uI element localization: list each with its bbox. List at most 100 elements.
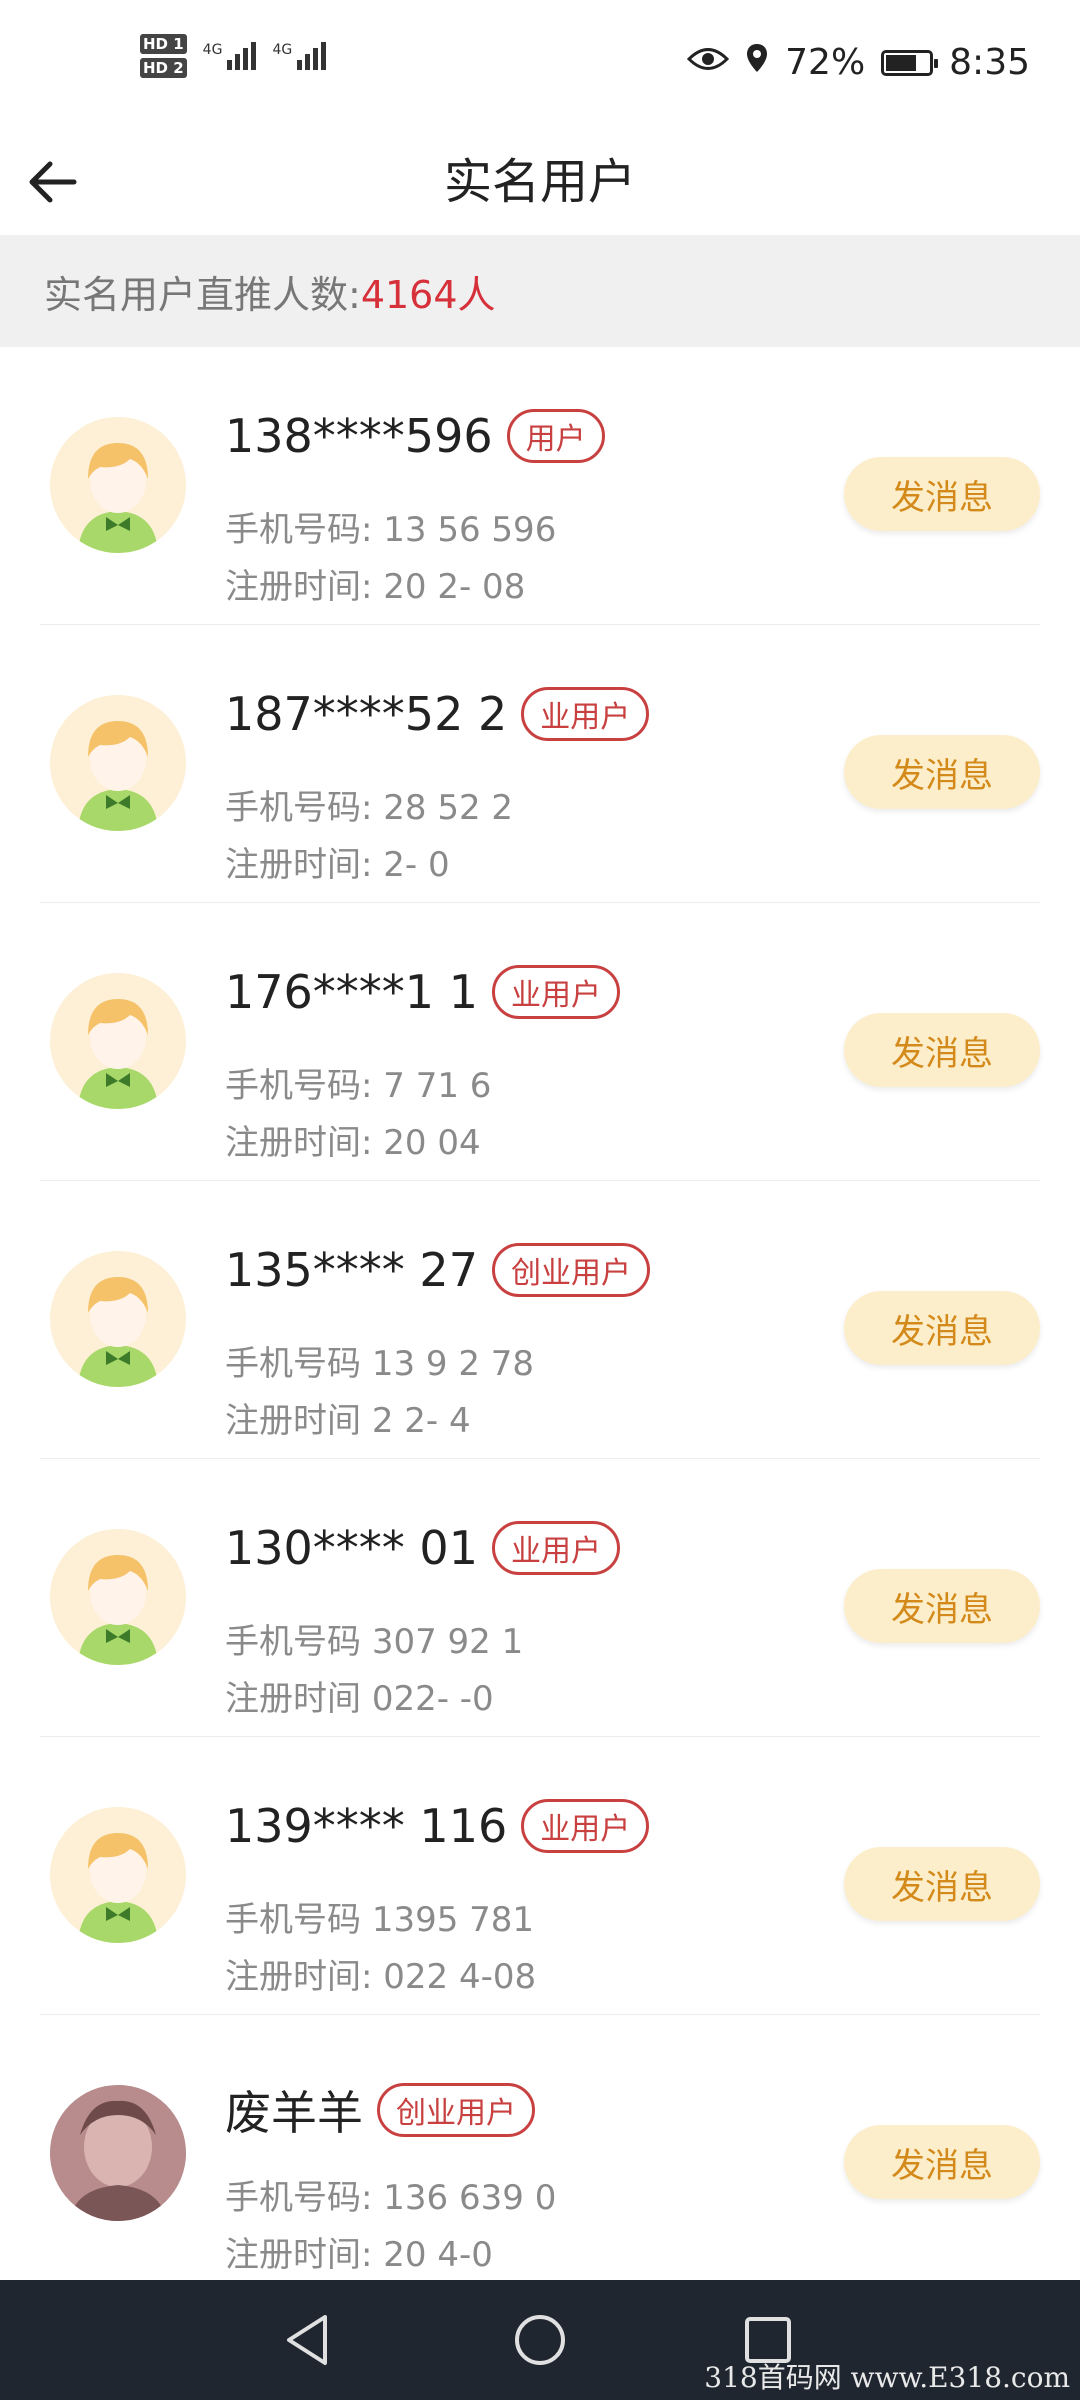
list-item[interactable]: 139**** 116 业用户 手机号码 1395 781 注册时间: 022 … (40, 1737, 1040, 2015)
register-label: 注册时间 (225, 1401, 361, 1441)
avatar (50, 2085, 186, 2221)
register-label: 注册时间: (225, 2235, 373, 2275)
send-message-button[interactable]: 发消息 (844, 735, 1040, 809)
list-item[interactable]: 废羊羊 创业用户 手机号码: 136 639 0 注册时间: 20 4-0 发消… (40, 2015, 1040, 2292)
user-name: 187****52 2 业用户 (225, 687, 650, 741)
battery-fill (886, 54, 917, 71)
phone-label: 手机号码 (225, 1900, 361, 1940)
default-avatar-icon (50, 973, 186, 1109)
register-value: 022 4-08 (383, 1957, 537, 1997)
phone-label: 手机号码 (225, 1622, 361, 1662)
avatar (50, 695, 186, 831)
phone-line: 手机号码: 28 52 2 (225, 780, 513, 829)
signal-2-icon: 4G (272, 42, 327, 70)
circle-home-icon (515, 2315, 565, 2365)
default-avatar-icon (50, 1529, 186, 1665)
register-line: 注册时间: 022 4-08 (225, 1949, 536, 1998)
user-name-text: 176****1 1 (225, 965, 478, 1019)
list-item[interactable]: 138****596 用户 手机号码: 13 56 596 注册时间: 20 2… (40, 347, 1040, 625)
register-line: 注册时间: 20 2- 08 (225, 559, 525, 608)
back-button[interactable] (20, 150, 84, 214)
user-type-badge: 业用户 (521, 1799, 650, 1853)
default-avatar-icon (50, 1251, 186, 1387)
summary-label: 实名用户直推人数: (44, 272, 361, 317)
register-label: 注册时间: (225, 1957, 373, 1997)
phone-value: 1395 781 (371, 1900, 535, 1940)
list-item[interactable]: 176****1 1 业用户 手机号码: 7 71 6 注册时间: 20 04 … (40, 903, 1040, 1181)
register-line: 注册时间 2 2- 4 (225, 1393, 471, 1442)
watermark-text: 318首码网 www.E318.com (704, 2361, 1070, 2394)
phone-line: 手机号码: 7 71 6 (225, 1058, 491, 1107)
register-value: 2- 0 (383, 845, 450, 885)
user-name-text: 187****52 2 (225, 687, 508, 741)
user-name-text: 138****596 (225, 409, 493, 463)
send-message-button[interactable]: 发消息 (844, 2125, 1040, 2199)
status-left: HD 1 HD 2 4G 4G (140, 34, 327, 78)
register-value: 20 2- 08 (383, 567, 526, 607)
summary-bar: 实名用户直推人数: 4164人 (0, 235, 1080, 347)
user-name: 135**** 27 创业用户 (225, 1243, 650, 1297)
battery-icon (881, 49, 939, 76)
nav-home-button[interactable] (500, 2300, 580, 2380)
send-message-button[interactable]: 发消息 (844, 1569, 1040, 1643)
status-right: 72% 8:35 (687, 42, 1030, 83)
avatar (50, 1529, 186, 1665)
send-message-button[interactable]: 发消息 (844, 1013, 1040, 1087)
user-name: 130**** 01 业用户 (225, 1521, 620, 1575)
triangle-back-icon (287, 2315, 327, 2365)
default-avatar-icon (50, 1807, 186, 1943)
send-message-button[interactable]: 发消息 (844, 1291, 1040, 1365)
avatar (50, 417, 186, 553)
phone-line: 手机号码 13 9 2 78 (225, 1336, 534, 1385)
phone-line: 手机号码 307 92 1 (225, 1614, 523, 1663)
default-avatar-icon (50, 695, 186, 831)
user-type-badge: 用户 (506, 409, 605, 463)
send-message-button[interactable]: 发消息 (844, 1847, 1040, 1921)
network-1-label: 4G (202, 42, 223, 58)
summary-count: 4164人 (360, 272, 496, 317)
phone-line: 手机号码: 13 56 596 (225, 502, 556, 551)
status-bar: HD 1 HD 2 4G 4G 72% 8:35 (0, 0, 1080, 130)
register-label: 注册时间: (225, 567, 373, 607)
default-avatar-icon (50, 417, 186, 553)
send-message-button[interactable]: 发消息 (844, 457, 1040, 531)
phone-value: 13 9 2 78 (371, 1344, 535, 1384)
eye-icon (687, 42, 730, 83)
register-line: 注册时间: 20 4-0 (225, 2227, 493, 2276)
page-title: 实名用户 (443, 154, 636, 210)
hd1-indicator: HD 1 (140, 34, 187, 54)
list-item[interactable]: 135**** 27 创业用户 手机号码 13 9 2 78 注册时间 2 2-… (40, 1181, 1040, 1459)
signal-1-icon: 4G (203, 42, 257, 70)
register-label: 注册时间 (225, 1679, 361, 1719)
user-name-text: 139**** 116 (225, 1799, 508, 1853)
photo-avatar-icon (50, 2085, 186, 2221)
battery-percent: 72% (785, 42, 866, 83)
register-line: 注册时间 022- -0 (225, 1671, 494, 1720)
user-name: 废羊羊 创业用户 (225, 2077, 535, 2143)
register-line: 注册时间: 2- 0 (225, 837, 450, 886)
register-value: 20 4-0 (383, 2235, 493, 2275)
avatar (50, 1251, 186, 1387)
hd2-indicator: HD 2 (140, 58, 187, 78)
register-value: 022- -0 (371, 1679, 494, 1719)
user-type-badge: 业用户 (521, 687, 650, 741)
list-item[interactable]: 130**** 01 业用户 手机号码 307 92 1 注册时间 022- -… (40, 1459, 1040, 1737)
user-type-badge: 创业用户 (377, 2083, 535, 2137)
system-nav-bar: 318首码网 www.E318.com (0, 2280, 1080, 2400)
register-label: 注册时间: (225, 1123, 373, 1163)
location-icon (745, 42, 769, 83)
phone-label: 手机号码: (225, 2178, 373, 2218)
phone-label: 手机号码 (225, 1344, 361, 1384)
phone-value: 28 52 2 (383, 788, 514, 828)
user-name-text: 135**** 27 (225, 1243, 478, 1297)
phone-value: 136 639 0 (383, 2178, 557, 2218)
phone-value: 7 71 6 (383, 1066, 492, 1106)
list-item[interactable]: 187****52 2 业用户 手机号码: 28 52 2 注册时间: 2- 0… (40, 625, 1040, 903)
register-value: 2 2- 4 (371, 1401, 471, 1441)
user-type-badge: 业用户 (491, 965, 620, 1019)
phone-label: 手机号码: (225, 510, 373, 550)
register-label: 注册时间: (225, 845, 373, 885)
phone-label: 手机号码: (225, 788, 373, 828)
nav-back-button[interactable] (268, 2300, 348, 2380)
clock: 8:35 (949, 42, 1030, 83)
